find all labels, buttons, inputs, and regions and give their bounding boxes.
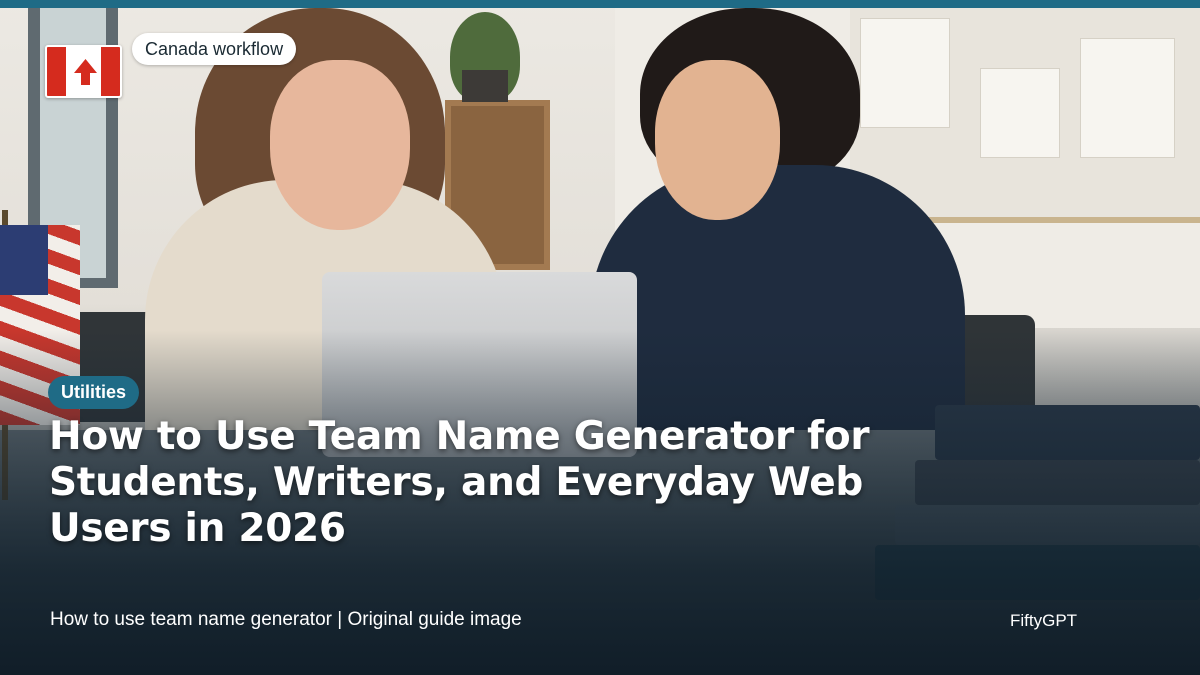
brand-name: FiftyGPT <box>1010 611 1078 630</box>
person-left-face <box>270 60 410 230</box>
page-title: How to Use Team Name Generator for Stude… <box>49 414 870 551</box>
board-paper <box>860 18 950 128</box>
hero-image <box>0 0 1200 675</box>
image-caption: How to use team name generator | Origina… <box>50 609 522 630</box>
canada-flag-icon <box>45 45 122 98</box>
bulletin-board <box>850 8 1200 223</box>
top-accent-bar <box>0 0 1200 8</box>
category-tag[interactable]: Utilities <box>48 376 140 409</box>
board-paper <box>1080 38 1175 158</box>
plant-pot <box>462 70 508 102</box>
workflow-badge: Canada workflow <box>132 33 297 65</box>
arrow-up-icon <box>74 59 97 85</box>
person-right-face <box>655 60 780 220</box>
board-paper <box>980 68 1060 158</box>
